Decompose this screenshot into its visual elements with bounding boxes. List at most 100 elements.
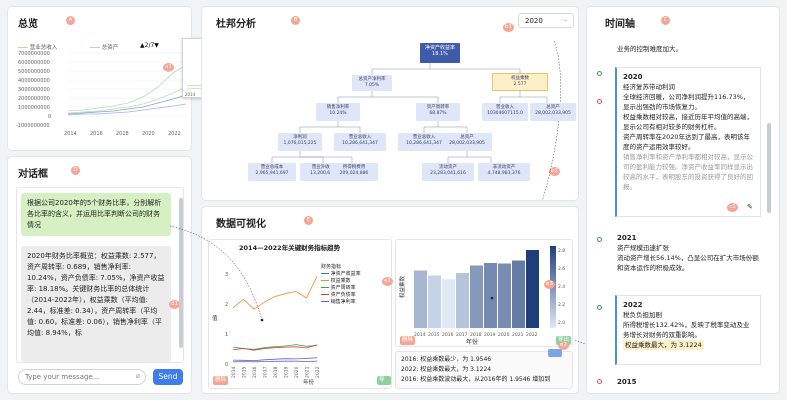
timeline-entry-2021[interactable]: 2021 资产规模迅速扩张 流动资产增长56.14%，凸显公司在扩大市场份额和资… <box>617 233 763 273</box>
legend-item-em[interactable]: 权益乘数 <box>321 278 387 285</box>
legend-label: 资产负债率 <box>330 292 356 298</box>
chat-panel: 对话框 D 根据公司2020年的5个财务比率，分别解析各比率的含义，并运用比率判… <box>7 156 192 394</box>
node-assets-b-value: 28,002,033,905 <box>449 141 485 146</box>
node-operating-cost-value: 2,965,941,697 <box>255 171 289 176</box>
node-revenue[interactable]: 营业收入 10304607115.0 <box>482 103 528 121</box>
viz-chip-e3: e3 <box>544 280 555 289</box>
bar[interactable] <box>456 273 469 328</box>
bar-chart-card[interactable]: 权益乘数 年份 2014 2015 2016 2017 2018 2019 2020 2021… <box>395 239 573 347</box>
line-xtick: 2020 <box>294 366 300 378</box>
pin-icon[interactable]: ✎ <box>747 203 753 211</box>
xtick: 2020 <box>142 131 155 137</box>
bar[interactable] <box>428 275 441 329</box>
node-total-assets[interactable]: 总资产 28,002,033,905 <box>530 103 576 121</box>
bar-xtick: 2015 <box>428 332 440 338</box>
entry-line: 权益乘数相对较高，接近历年平均值的高端，显示公司有相对较多的财务杠杆。 <box>623 113 753 131</box>
timeline-scroll[interactable]: 业务的控制难度加大。 2020 经济复苏带动利润 全球经济回暖，公司净利润提升1… <box>587 33 779 393</box>
entry-year: 2021 <box>617 234 637 242</box>
node-income-tax-value: 209,024,886 <box>339 171 369 176</box>
entry-heading: 资产规模迅速扩张 <box>617 244 669 252</box>
timeline-dot <box>597 71 602 76</box>
timeline-entry-2022[interactable]: 2022 税负负担加剧 所得税增长132.42%，反映了税率变动及业务增长对财务… <box>615 295 761 365</box>
entry-year: 2020 <box>623 73 643 81</box>
line-xtick: 2015 <box>242 366 248 378</box>
legend-label: 销售净利率 <box>330 299 356 305</box>
bar[interactable] <box>470 265 483 329</box>
timeline-dot <box>597 379 602 384</box>
timeline-entry-2020[interactable]: 2020 经济复苏带动利润 全球经济回暖，公司净利润提升116.73%，显示出强… <box>615 67 761 217</box>
node-turnover[interactable]: 资产周转率 68.87% <box>416 103 460 121</box>
node-roe[interactable]: 净资产收益率 18.1% <box>420 43 460 63</box>
dupont-panel: 杜邦分析 B 2020 ⌄ b1 b2 净资产收益率 18.1% 总资产净利率 … <box>201 6 579 201</box>
timeline-entry-2015: 2015 <box>617 378 637 386</box>
bar[interactable] <box>498 263 511 329</box>
bar[interactable] <box>414 270 427 329</box>
ytick: 3000000000 <box>18 87 50 93</box>
ytick: 6000000000 <box>18 60 50 66</box>
legend-item-roe[interactable]: 净资产收益率 <box>321 271 387 278</box>
attachment-icon[interactable]: ⌀ <box>136 372 140 380</box>
node-margin[interactable]: 销售净利率 10.24% <box>316 103 360 121</box>
colorbar-tick: 2.2 <box>558 302 565 308</box>
node-assets-b[interactable]: 总资产 28,002,033,905 <box>442 133 492 151</box>
chat-input-field[interactable]: ⌀ <box>18 369 146 385</box>
bar[interactable] <box>526 250 539 328</box>
node-net-profit-value: 1,076,015,225 <box>283 141 317 146</box>
export-tag[interactable]: 导出 <box>377 376 391 392</box>
bar[interactable] <box>484 263 497 328</box>
node-roa[interactable]: 总资产净利率 7.05% <box>352 75 392 91</box>
node-roa-value: 7.05% <box>364 83 380 88</box>
line-xtick: 2019 <box>284 366 290 378</box>
ytick: 1000000000 <box>18 105 50 111</box>
assistant-message: 2020年财务比率概览：权益乘数: 2.577，资产周转率: 0.689，销售净… <box>21 246 171 362</box>
xtick: 2022 <box>168 131 181 137</box>
chat-input[interactable] <box>25 370 129 384</box>
line-ytick: 3 <box>225 272 228 278</box>
insights-box[interactable]: 2016: 权益乘数最少，为 1.9546 2022: 权益乘数最大，为 3.1… <box>395 351 573 389</box>
line-chart-card[interactable]: 2014—2022年关键财务指标趋势 值 年份 3 2 1 0 2014 2015… <box>208 239 392 392</box>
line-ytick: 1 <box>225 332 228 338</box>
bar[interactable] <box>442 279 455 328</box>
line-chart-xlabel: 年份 <box>303 378 315 386</box>
timeline-scrollbar[interactable] <box>767 123 771 213</box>
node-income-tax[interactable]: 所得税费用 209,024,886 <box>330 163 378 181</box>
node-net-profit[interactable]: 净利润 1,076,015,225 <box>278 133 322 151</box>
line-chart-ylabel: 值 <box>212 314 218 322</box>
timeline-callout: c1 <box>727 203 738 212</box>
legend-item-turnover[interactable]: 资产周转率 <box>321 285 387 292</box>
node-operating-revenue-a[interactable]: 营业总收入 10,286,641,347 <box>334 133 386 151</box>
send-button[interactable]: Send <box>153 369 183 385</box>
chat-title: 对话框 <box>18 169 48 180</box>
node-margin-value: 10.24% <box>329 111 347 116</box>
node-operating-revenue-a-value: 10,286,641,347 <box>342 141 378 146</box>
ytick: 0 <box>48 114 51 120</box>
entry-line: 资产周转率在2020年达到了最高，表明该年度的资产运用效率较好。 <box>623 133 751 151</box>
chat-scrollbar[interactable] <box>179 198 183 348</box>
chat-messages[interactable]: 根据公司2020年的5个财务比率，分别解析各比率的含义，并运用比率判断公司的财务… <box>16 187 184 363</box>
node-current-assets[interactable]: 流动资产 23,283,041,616 <box>422 163 474 181</box>
bar-xtick: 2021 <box>512 332 524 338</box>
node-operating-cost[interactable]: 营业总成本 2,965,941,697 <box>248 163 296 181</box>
legend-label: 净资产收益率 <box>330 271 361 277</box>
colorbar-tick: 2.0 <box>558 320 565 326</box>
bar-xtick: 2022 <box>526 332 538 338</box>
viz-chip-e1: e1 <box>382 277 393 286</box>
timeline-dot <box>597 305 602 310</box>
legend-item-debt[interactable]: 资产负债率 <box>321 292 387 299</box>
bar[interactable] <box>512 260 525 329</box>
line-xtick: 2016 <box>252 366 258 378</box>
legend-item-margin[interactable]: 销售净利率 <box>321 299 387 306</box>
delete-tag[interactable]: 删除 <box>213 376 229 385</box>
bar-delete-tag[interactable]: 删除 <box>400 336 416 345</box>
insight-action-icon[interactable] <box>548 349 562 357</box>
bar-xtick: 2014 <box>414 332 426 338</box>
line-xtick: 2022 <box>315 366 321 378</box>
node-em[interactable]: 权益乘数 2.577 <box>492 73 548 91</box>
node-non-current-assets[interactable]: 非流动资产 4,748,983,376 <box>478 163 530 181</box>
bar-xtick: 2016 <box>442 332 454 338</box>
line-xtick: 2018 <box>273 366 279 378</box>
legend-label: 资产周转率 <box>330 285 356 291</box>
timeline-panel: 时间轴 C 业务的控制难度加大。 2020 经济复苏带动利润 全球经济回暖，公司… <box>586 6 780 394</box>
line-ytick: 0 <box>225 362 228 368</box>
node-roe-value: 18.1% <box>432 51 448 57</box>
